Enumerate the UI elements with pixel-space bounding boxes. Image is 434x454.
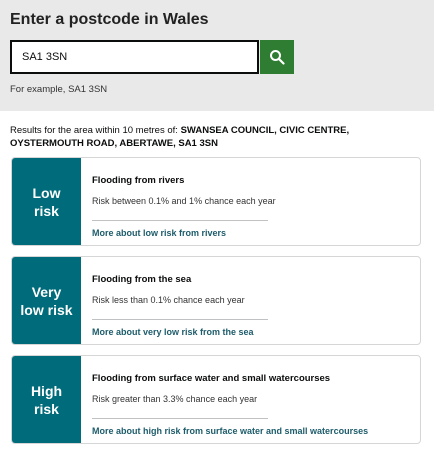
risk-card-sea: Very low risk Flooding from the sea Risk… [11, 256, 421, 345]
risk-card-rivers: Low risk Flooding from rivers Risk betwe… [11, 157, 421, 246]
risk-level-line2: risk [34, 400, 59, 417]
search-button[interactable] [260, 40, 294, 74]
card-title: Flooding from surface water and small wa… [92, 373, 331, 384]
more-about-surface-water-link[interactable]: More about high risk from surface water … [92, 426, 368, 436]
search-panel: Enter a postcode in Wales For example, S… [0, 0, 434, 111]
risk-level-badge: Low risk [12, 158, 81, 245]
risk-level-line1: Very [31, 283, 62, 300]
risk-level-line1: High [30, 382, 63, 399]
card-title: Flooding from rivers [92, 175, 185, 186]
risk-level-line1: Low [32, 184, 61, 201]
risk-level-badge: Very low risk [12, 257, 81, 344]
search-row [10, 40, 294, 74]
card-chance: Risk less than 0.1% chance each year [92, 295, 245, 305]
risk-level-line2: risk [34, 202, 59, 219]
more-about-rivers-link[interactable]: More about low risk from rivers [92, 228, 226, 238]
card-divider [92, 418, 268, 419]
search-title: Enter a postcode in Wales [10, 11, 209, 28]
more-about-sea-link[interactable]: More about very low risk from the sea [92, 327, 254, 337]
risk-level-badge: High risk [12, 356, 81, 443]
postcode-input[interactable] [10, 40, 259, 74]
search-icon [270, 50, 285, 65]
card-divider [92, 220, 268, 221]
card-divider [92, 319, 268, 320]
risk-card-surface-water: High risk Flooding from surface water an… [11, 355, 421, 444]
results-summary: Results for the area within 10 metres of… [10, 124, 424, 150]
card-chance: Risk between 0.1% and 1% chance each yea… [92, 196, 276, 206]
card-chance: Risk greater than 3.3% chance each year [92, 394, 258, 404]
results-prefix: Results for the area within 10 metres of… [10, 125, 178, 136]
search-hint: For example, SA1 3SN [10, 84, 108, 95]
risk-level-line2: low risk [20, 301, 73, 318]
card-title: Flooding from the sea [92, 274, 192, 285]
